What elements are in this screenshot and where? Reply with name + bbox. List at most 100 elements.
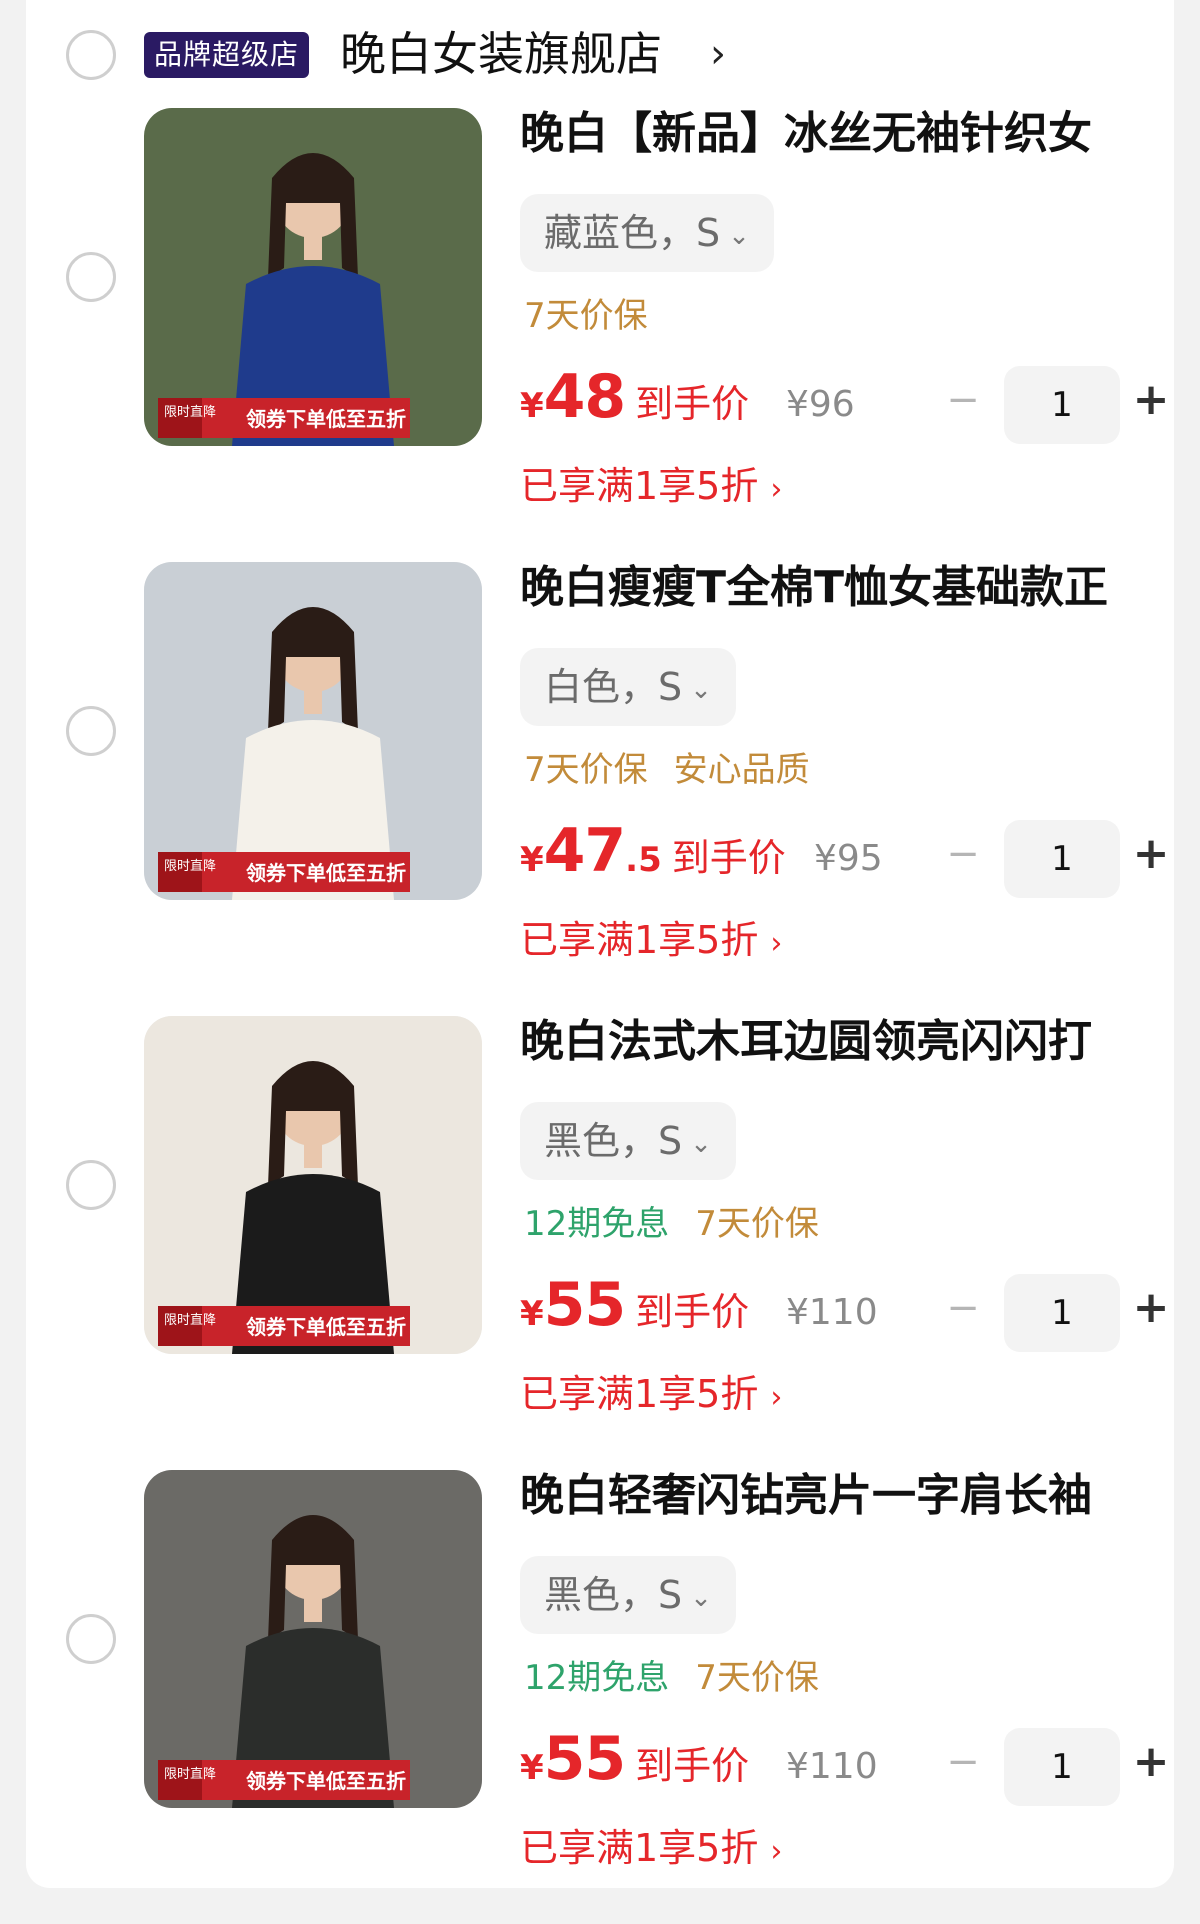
price-decimal: .5 xyxy=(625,840,662,880)
price-integer: 55 xyxy=(543,1270,626,1340)
sku-text: 藏蓝色，S xyxy=(544,211,721,255)
sku-selector[interactable]: 白色，S ⌄ xyxy=(520,648,736,726)
price-label: 到手价 xyxy=(671,836,786,880)
chevron-down-icon: ⌄ xyxy=(690,1128,712,1159)
currency-symbol: ¥ xyxy=(520,386,544,426)
item-select-radio[interactable] xyxy=(66,1160,116,1210)
quantity-decrease-button[interactable]: − xyxy=(938,1732,988,1792)
service-tags: 12期免息 7天价保 xyxy=(524,1648,845,1708)
quantity-decrease-button[interactable]: − xyxy=(938,370,988,430)
sku-text: 黑色，S xyxy=(544,1119,683,1163)
promo-text: 已享满1享5折 xyxy=(520,918,759,962)
quantity-input[interactable]: 1 xyxy=(1004,820,1120,898)
original-price: ¥95 xyxy=(814,838,883,879)
service-tag: 12期免息 xyxy=(524,1658,670,1698)
sku-selector[interactable]: 藏蓝色，S ⌄ xyxy=(520,194,774,272)
currency-symbol: ¥ xyxy=(520,1294,544,1334)
service-tags: 12期免息 7天价保 xyxy=(524,1194,845,1254)
shop-header[interactable]: 品牌超级店 晚白女装旗舰店 › xyxy=(26,0,1174,110)
promo-banner-text: 领券下单低至五折 xyxy=(246,1769,406,1793)
promo-badge-text: 限时直降 xyxy=(164,1766,216,1781)
cart-item: 限时直降 领券下单低至五折 晚白【新品】冰丝无袖针织女 藏蓝色，S ⌄ 7天价保 … xyxy=(26,108,1174,562)
sku-selector[interactable]: 黑色，S ⌄ xyxy=(520,1556,736,1634)
shop-chevron-icon[interactable]: › xyxy=(710,26,726,82)
promo-discount-link[interactable]: 已享满1享5折 › xyxy=(520,1362,782,1426)
product-thumbnail[interactable]: 限时直降 领券下单低至五折 xyxy=(144,1470,482,1808)
product-thumbnail[interactable]: 限时直降 领券下单低至五折 xyxy=(144,1016,482,1354)
promo-banner-text: 领券下单低至五折 xyxy=(246,861,406,885)
final-price: ¥48 到手价 xyxy=(520,362,749,442)
chevron-down-icon: ⌄ xyxy=(690,674,712,705)
quantity-increase-button[interactable]: + xyxy=(1126,1730,1176,1794)
model-neck xyxy=(304,236,322,260)
product-photo: 限时直降 领券下单低至五折 xyxy=(144,108,482,446)
item-select-radio[interactable] xyxy=(66,252,116,302)
service-tags: 7天价保 安心品质 xyxy=(524,740,836,800)
product-title[interactable]: 晚白【新品】冰丝无袖针织女 xyxy=(520,104,1140,164)
quantity-increase-button[interactable]: + xyxy=(1126,1276,1176,1340)
sku-text: 黑色，S xyxy=(544,1573,683,1617)
product-thumbnail[interactable]: 限时直降 领券下单低至五折 xyxy=(144,562,482,900)
promo-discount-link[interactable]: 已享满1享5折 › xyxy=(520,908,782,972)
product-photo: 限时直降 领券下单低至五折 xyxy=(144,1016,482,1354)
chevron-right-icon: › xyxy=(770,472,783,507)
final-price: ¥55 到手价 xyxy=(520,1270,749,1350)
chevron-right-icon: › xyxy=(770,1834,783,1869)
original-price: ¥96 xyxy=(786,384,855,425)
service-tag: 7天价保 xyxy=(695,1658,819,1698)
final-price: ¥47.5 到手价 xyxy=(520,816,786,896)
promo-text: 已享满1享5折 xyxy=(520,464,759,508)
service-tag: 7天价保 xyxy=(524,750,648,790)
price-integer: 55 xyxy=(543,1724,626,1794)
cart-item: 限时直降 领券下单低至五折 晚白瘦瘦T全棉T恤女基础款正 白色，S ⌄ 7天价保安… xyxy=(26,562,1174,1016)
promo-text: 已享满1享5折 xyxy=(520,1372,759,1416)
sku-text: 白色，S xyxy=(544,665,683,709)
item-select-radio[interactable] xyxy=(66,706,116,756)
service-tag: 12期免息 xyxy=(524,1204,670,1244)
shop-tier-badge: 品牌超级店 xyxy=(144,32,310,78)
cart-item: 限时直降 领券下单低至五折 晚白轻奢闪钻亮片一字肩长袖 黑色，S ⌄ 12期免息 7… xyxy=(26,1470,1174,1924)
quantity-increase-button[interactable]: + xyxy=(1126,822,1176,886)
price-integer: 48 xyxy=(543,362,626,432)
model-neck xyxy=(304,690,322,714)
currency-symbol: ¥ xyxy=(520,1748,544,1788)
service-tag: 7天价保 xyxy=(695,1204,819,1244)
quantity-increase-button[interactable]: + xyxy=(1126,368,1176,432)
item-select-radio[interactable] xyxy=(66,1614,116,1664)
product-title[interactable]: 晚白轻奢闪钻亮片一字肩长袖 xyxy=(520,1466,1140,1526)
chevron-down-icon: ⌄ xyxy=(690,1582,712,1613)
original-price: ¥110 xyxy=(786,1746,878,1787)
shop-select-radio[interactable] xyxy=(66,30,116,80)
promo-badge-text: 限时直降 xyxy=(164,1312,216,1327)
cart-shop-card: 品牌超级店 晚白女装旗舰店 › 限时直降 领券下单低至五折 晚白【新品】冰丝无袖… xyxy=(26,0,1174,1888)
model-neck xyxy=(304,1598,322,1622)
cart-item: 限时直降 领券下单低至五折 晚白法式木耳边圆领亮闪闪打 黑色，S ⌄ 12期免息 7… xyxy=(26,1016,1174,1470)
product-title[interactable]: 晚白法式木耳边圆领亮闪闪打 xyxy=(520,1012,1140,1072)
quantity-decrease-button[interactable]: − xyxy=(938,1278,988,1338)
currency-symbol: ¥ xyxy=(520,840,544,880)
chevron-down-icon: ⌄ xyxy=(728,220,750,251)
service-tags: 7天价保 xyxy=(524,286,674,346)
promo-banner-text: 领券下单低至五折 xyxy=(246,1315,406,1339)
quantity-input[interactable]: 1 xyxy=(1004,366,1120,444)
model-neck xyxy=(304,1144,322,1168)
price-label: 到手价 xyxy=(635,382,750,426)
quantity-input[interactable]: 1 xyxy=(1004,1728,1120,1806)
quantity-decrease-button[interactable]: − xyxy=(938,824,988,884)
product-thumbnail[interactable]: 限时直降 领券下单低至五折 xyxy=(144,108,482,446)
promo-discount-link[interactable]: 已享满1享5折 › xyxy=(520,454,782,518)
product-photo: 限时直降 领券下单低至五折 xyxy=(144,562,482,900)
price-label: 到手价 xyxy=(635,1744,750,1788)
final-price: ¥55 到手价 xyxy=(520,1724,749,1804)
original-price: ¥110 xyxy=(786,1292,878,1333)
chevron-right-icon: › xyxy=(770,926,783,961)
shop-name[interactable]: 晚白女装旗舰店 xyxy=(340,22,662,86)
quantity-input[interactable]: 1 xyxy=(1004,1274,1120,1352)
sku-selector[interactable]: 黑色，S ⌄ xyxy=(520,1102,736,1180)
service-tag: 7天价保 xyxy=(524,296,648,336)
product-title[interactable]: 晚白瘦瘦T全棉T恤女基础款正 xyxy=(520,558,1140,618)
promo-discount-link[interactable]: 已享满1享5折 › xyxy=(520,1816,782,1880)
service-tag: 安心品质 xyxy=(673,750,810,790)
promo-text: 已享满1享5折 xyxy=(520,1826,759,1870)
price-label: 到手价 xyxy=(635,1290,750,1334)
